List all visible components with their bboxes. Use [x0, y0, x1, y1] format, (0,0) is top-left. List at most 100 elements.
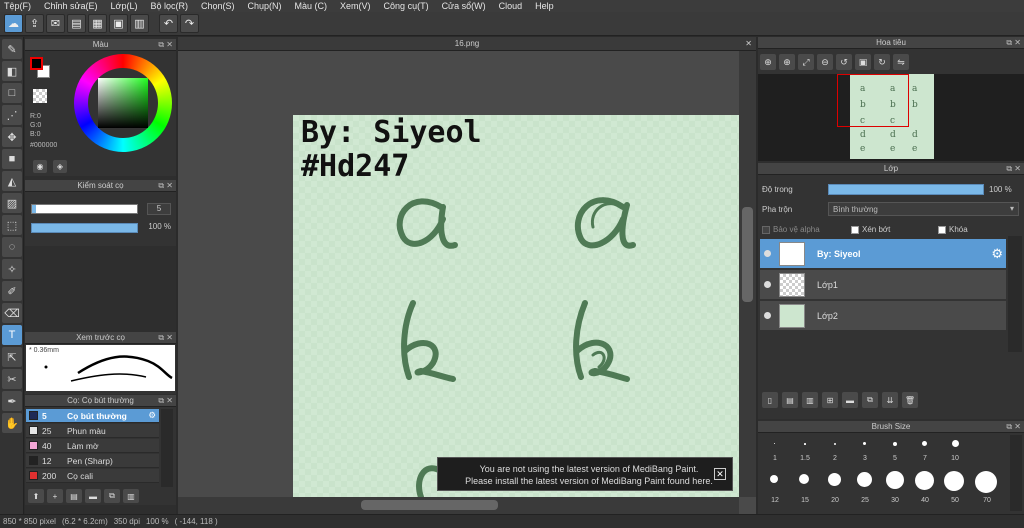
navigator-viewport-rect[interactable]: [837, 74, 909, 127]
brush-size-option[interactable]: 7: [910, 435, 940, 473]
alpha-protect-checkbox[interactable]: Bảo vệ alpha: [762, 225, 820, 234]
brush-size-option[interactable]: 10: [940, 435, 970, 473]
layer-item[interactable]: Lớp1: [760, 270, 1006, 300]
menu-select[interactable]: Chọn(S): [201, 1, 235, 11]
brush-upload-icon[interactable]: ⬆: [28, 489, 44, 503]
color-settings-icon[interactable]: ◈: [53, 160, 67, 173]
brush-size-option[interactable]: 15: [790, 471, 820, 509]
brush-size-option[interactable]: 25: [850, 471, 880, 509]
saturation-value-box[interactable]: [98, 78, 148, 128]
brush-size-option[interactable]: 12: [760, 471, 790, 509]
brush-item[interactable]: 200 Cọ cali: [26, 469, 159, 483]
redo-icon[interactable]: ↷: [180, 14, 199, 33]
delete-layer-icon[interactable]: 🗑: [902, 392, 918, 408]
delete-brush-icon[interactable]: ▥: [123, 489, 139, 503]
panel-close-icon[interactable]: ⧉ ✕: [1006, 164, 1021, 174]
select-eraser-icon[interactable]: ⌫: [2, 303, 22, 323]
brush-list-scrollbar[interactable]: [161, 409, 173, 487]
brush-size-option[interactable]: 1.5: [790, 435, 820, 473]
brush-tool-icon[interactable]: ✎: [2, 39, 22, 59]
operation-tool-icon[interactable]: ⇱: [2, 347, 22, 367]
menu-cloud[interactable]: Cloud: [499, 1, 523, 11]
layer-item[interactable]: By: Siyeol ⚙: [760, 239, 1006, 269]
zoom-out-icon[interactable]: ⊖: [817, 54, 833, 70]
transparent-color-swatch[interactable]: [33, 89, 47, 103]
menu-tools[interactable]: Công cụ(T): [384, 1, 429, 11]
gear-icon[interactable]: ⚙: [148, 410, 156, 421]
comment-icon[interactable]: ✉: [46, 14, 65, 33]
gradient-tool-icon[interactable]: ▨: [2, 193, 22, 213]
panel-close-icon[interactable]: ⧉ ✕: [158, 333, 173, 343]
new-layer-icon[interactable]: ▯: [762, 392, 778, 408]
palette-icon[interactable]: ◉: [33, 160, 47, 173]
layer-opacity-slider[interactable]: [828, 184, 984, 195]
material-icon[interactable]: ▤: [67, 14, 86, 33]
brush-size-option[interactable]: 40: [910, 471, 940, 509]
panel-close-icon[interactable]: ⧉ ✕: [158, 181, 173, 191]
layer-item[interactable]: Lớp2: [760, 301, 1006, 331]
folder-icon[interactable]: ▬: [85, 489, 101, 503]
vertical-scrollbar[interactable]: [739, 51, 756, 497]
visibility-icon[interactable]: [764, 281, 771, 288]
close-icon[interactable]: ✕: [714, 468, 726, 480]
rotate-right-icon[interactable]: ↻: [874, 54, 890, 70]
copy-brush-icon[interactable]: ▤: [66, 489, 82, 503]
select-pen-icon[interactable]: ✐: [2, 281, 22, 301]
cloud-icon[interactable]: ☁: [4, 14, 23, 33]
brush-size-scrollbar[interactable]: [1010, 435, 1022, 511]
bucket-tool-icon[interactable]: ◭: [2, 171, 22, 191]
gear-icon[interactable]: ⚙: [991, 246, 1003, 262]
brush-size-value[interactable]: 5: [147, 203, 171, 215]
fit-icon[interactable]: ⤢: [798, 54, 814, 70]
rectangle-tool-icon[interactable]: □: [2, 83, 22, 103]
brush-size-option[interactable]: 5: [880, 435, 910, 473]
menu-view[interactable]: Xem(V): [340, 1, 371, 11]
horizontal-scrollbar[interactable]: [178, 497, 739, 514]
lock-checkbox[interactable]: Khóa: [938, 225, 968, 234]
brush-item[interactable]: 12 Pen (Sharp): [26, 454, 159, 468]
duplicate-layer-icon[interactable]: ⧉: [862, 392, 878, 408]
brush-size-slider[interactable]: [31, 204, 138, 214]
eraser-tool-icon[interactable]: ◧: [2, 61, 22, 81]
move-tool-icon[interactable]: ✥: [2, 127, 22, 147]
menu-snap[interactable]: Chụp(N): [248, 1, 282, 11]
menu-help[interactable]: Help: [535, 1, 554, 11]
merge-layer-icon[interactable]: ⇊: [882, 392, 898, 408]
visibility-icon[interactable]: [764, 312, 771, 319]
magic-wand-icon[interactable]: ✧: [2, 259, 22, 279]
menu-file[interactable]: Tệp(F): [4, 1, 31, 11]
undo-icon[interactable]: ↶: [159, 14, 178, 33]
document-tab[interactable]: 16.png ✕: [178, 37, 756, 51]
brush-size-option[interactable]: 3: [850, 435, 880, 473]
zoom-in-icon[interactable]: ⊕: [779, 54, 795, 70]
horizontal-scroll-thumb[interactable]: [361, 500, 498, 510]
navigator-view[interactable]: aa bb cc dd ee ab de: [758, 74, 1024, 161]
text-tool-icon[interactable]: T: [2, 325, 22, 345]
reset-view-icon[interactable]: ▣: [855, 54, 871, 70]
visibility-icon[interactable]: [764, 250, 771, 257]
brush-size-option[interactable]: 20: [820, 471, 850, 509]
export-icon[interactable]: ⇪: [25, 14, 44, 33]
brush-opacity-slider[interactable]: [31, 223, 138, 233]
zoom-icon[interactable]: ⊕: [760, 54, 776, 70]
eyedropper-icon[interactable]: ✒: [2, 391, 22, 411]
duplicate-icon[interactable]: ⧉: [104, 489, 120, 503]
hand-tool-icon[interactable]: ✋: [2, 413, 22, 433]
dot-tool-icon[interactable]: ⋰: [2, 105, 22, 125]
panel-icon[interactable]: ▣: [109, 14, 128, 33]
update-notification[interactable]: You are not using the latest version of …: [437, 457, 733, 491]
new-1bit-layer-icon[interactable]: ▥: [802, 392, 818, 408]
menu-filter[interactable]: Bộ lọc(R): [150, 1, 188, 11]
rotate-left-icon[interactable]: ↺: [836, 54, 852, 70]
flip-icon[interactable]: ⇋: [893, 54, 909, 70]
page-icon[interactable]: ▦: [88, 14, 107, 33]
drawing-canvas[interactable]: By: Siyeol #Hd247: [293, 115, 739, 497]
panel-close-icon[interactable]: ⧉ ✕: [1006, 422, 1021, 432]
panel-close-icon[interactable]: ⧉ ✕: [158, 40, 173, 50]
add-brush-icon[interactable]: +: [47, 489, 63, 503]
vertical-scroll-thumb[interactable]: [742, 207, 753, 302]
menu-edit[interactable]: Chỉnh sửa(E): [44, 1, 98, 11]
brush-size-option[interactable]: 2: [820, 435, 850, 473]
layer-folder-icon[interactable]: ▬: [842, 392, 858, 408]
brush-item[interactable]: 25 Phun màu: [26, 424, 159, 438]
